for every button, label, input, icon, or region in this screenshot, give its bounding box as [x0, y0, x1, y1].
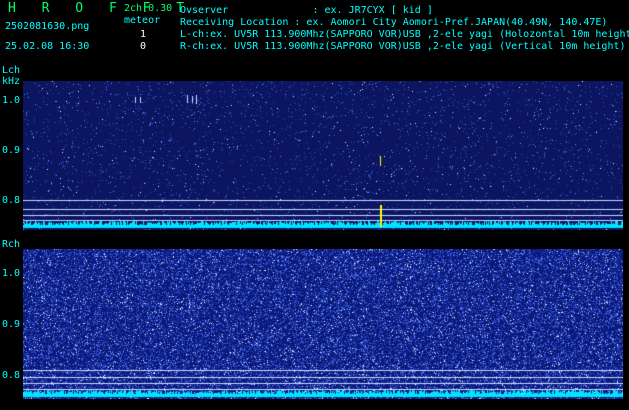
meteor-count-lch: 1 — [140, 29, 147, 40]
rch-y-label-3: 0.8 — [2, 370, 21, 381]
lch-spectrogram — [23, 81, 623, 230]
lch-y-label-2: 0.9 — [2, 145, 21, 156]
rch-spectrogram-canvas — [23, 249, 623, 399]
rch-spectrogram — [23, 249, 623, 399]
rch-config-info: R-ch:ex. UV5R 113.900Mhz(SAPPORO VOR)USB… — [180, 41, 626, 52]
lch-y-label-1: 1.0 — [2, 95, 21, 106]
lch-y-label-3: 0.8 — [2, 195, 21, 206]
meteor-count-rch: 0 — [140, 41, 147, 52]
meteor-label: meteor — [124, 15, 161, 26]
datetime-label: 25.02.08 16:30 — [5, 41, 90, 52]
filename-label: 2502081630.png — [5, 21, 90, 32]
mode-label: 2ch 0.30 — [124, 3, 173, 14]
location-info: Receiving Location : ex. Aomori City Aom… — [180, 17, 608, 28]
rch-y-label-2: 0.9 — [2, 319, 21, 330]
lch-spectrogram-canvas — [23, 81, 623, 230]
rch-y-label-1: 1.0 — [2, 268, 21, 279]
observer-info: Ovserver : ex. JR7CYX [ kid ] — [180, 5, 433, 16]
lch-config-info: L-ch:ex. UV5R 113.900Mhz(SAPPORO VOR)USB… — [180, 29, 629, 40]
lch-unit-label: kHz — [2, 76, 21, 87]
rch-label: Rch — [2, 239, 21, 250]
